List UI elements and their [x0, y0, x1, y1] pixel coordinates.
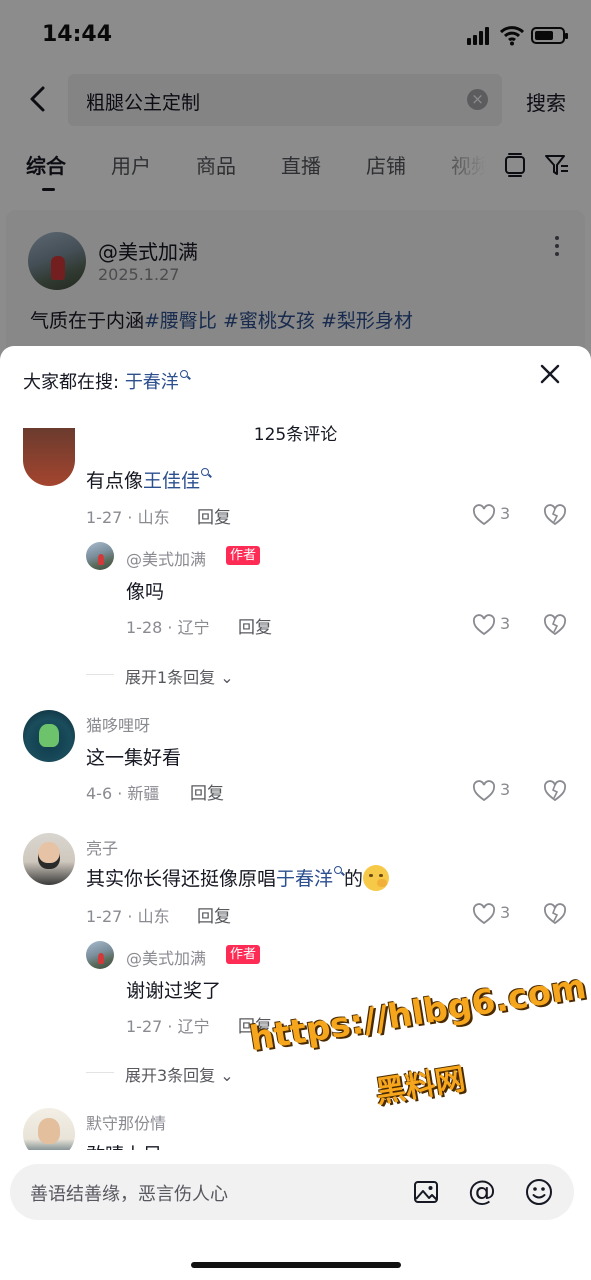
like-heart-icon[interactable] [472, 614, 496, 636]
avatar[interactable] [23, 710, 75, 762]
comment-keyword-text: 王佳佳 [143, 470, 201, 492]
comment-text-part: 有点像 [86, 470, 144, 492]
thinking-emoji-icon [363, 864, 390, 891]
search-icon [179, 370, 190, 380]
comment-author-name[interactable]: 默守那份情 [86, 1110, 166, 1134]
comment-text-part: 其实你长得还挺像原唱 [86, 868, 277, 890]
comment-author-name[interactable]: 亮子 [86, 835, 118, 859]
chevron-down-icon: ⌄ [220, 668, 234, 687]
hot-search-label: 大家都在搜: [23, 372, 120, 393]
comment-keyword[interactable]: 王佳佳 [143, 468, 211, 492]
reply-meta: 1-27 · 辽宁 [126, 1017, 210, 1036]
reply-button[interactable]: 回复 [190, 779, 224, 804]
expand-replies-button[interactable]: 展开1条回复 ⌄ [125, 664, 234, 688]
avatar[interactable] [23, 833, 75, 885]
home-indicator[interactable] [191, 1262, 401, 1268]
reply-button[interactable]: 回复 [238, 613, 272, 638]
comment-keyword[interactable]: 于春洋 [276, 866, 344, 890]
reply-meta: 1-28 · 辽宁 [126, 618, 210, 637]
comment-text-part: 的 [344, 868, 364, 890]
comment-keyword-text: 于春洋 [276, 868, 334, 890]
avatar[interactable] [23, 428, 75, 486]
emoji-icon[interactable] [525, 1178, 553, 1206]
comment-meta: 4-6 · 新疆 [86, 784, 160, 803]
expand-replies-button[interactable]: 展开3条回复 ⌄ [125, 1062, 234, 1086]
like-count: 3 [500, 614, 511, 633]
dislike-heart-icon[interactable] [543, 614, 567, 636]
expand-divider [86, 1072, 114, 1073]
search-icon [334, 866, 344, 876]
search-icon [201, 468, 211, 478]
like-count: 3 [500, 504, 511, 523]
comment-meta: 1-27 · 山东 [86, 907, 170, 926]
comment-text: 其实你长得还挺像原唱于春洋的 [86, 864, 390, 893]
reply-text: 谢谢过奖了 [126, 980, 222, 1002]
expand-divider [86, 674, 114, 675]
comment-text: 有点像王佳佳 [86, 466, 211, 493]
comment-sheet: 大家都在搜: 于春洋 125条评论 有点像王佳佳 1-27 · 山东 回复 3 … [0, 346, 591, 1280]
reply-author-name[interactable]: @美式加满 [126, 945, 206, 969]
like-heart-icon[interactable] [472, 504, 496, 526]
hot-search-bar[interactable]: 大家都在搜: 于春洋 [23, 368, 190, 394]
chevron-down-icon: ⌄ [220, 1066, 234, 1085]
reply-text: 像吗 [126, 581, 165, 603]
mention-icon[interactable]: @ [468, 1176, 496, 1206]
like-heart-icon[interactable] [472, 780, 496, 802]
dislike-heart-icon[interactable] [543, 504, 567, 526]
comment-input-placeholder: 善语结善缘，恶言伤人心 [30, 1184, 228, 1205]
expand-replies-label: 展开1条回复 [125, 668, 216, 687]
reply-button[interactable]: 回复 [197, 902, 231, 927]
avatar[interactable] [86, 542, 114, 570]
reply-author-name[interactable]: @美式加满 [126, 546, 206, 570]
avatar[interactable] [86, 941, 114, 969]
hot-search-keyword-text: 于春洋 [124, 372, 179, 393]
comment-input[interactable]: 善语结善缘，恶言伤人心 @ [10, 1164, 574, 1220]
comment-text: 这一集好看 [86, 747, 182, 769]
like-heart-icon[interactable] [472, 903, 496, 925]
reply-button[interactable]: 回复 [197, 503, 231, 528]
like-count: 3 [500, 780, 511, 799]
comment-count: 125条评论 [253, 425, 338, 445]
dislike-heart-icon[interactable] [543, 903, 567, 925]
close-icon[interactable] [538, 362, 562, 386]
comment-meta: 1-27 · 山东 [86, 508, 170, 527]
expand-replies-label: 展开3条回复 [125, 1066, 216, 1085]
image-icon[interactable] [413, 1179, 439, 1205]
author-badge: 作者 [226, 546, 261, 565]
like-count: 3 [500, 903, 511, 922]
dislike-heart-icon[interactable] [543, 780, 567, 802]
hot-search-keyword[interactable]: 于春洋 [124, 370, 190, 393]
comment-author-name[interactable]: 猫哆哩呀 [86, 712, 150, 736]
author-badge: 作者 [226, 945, 261, 964]
